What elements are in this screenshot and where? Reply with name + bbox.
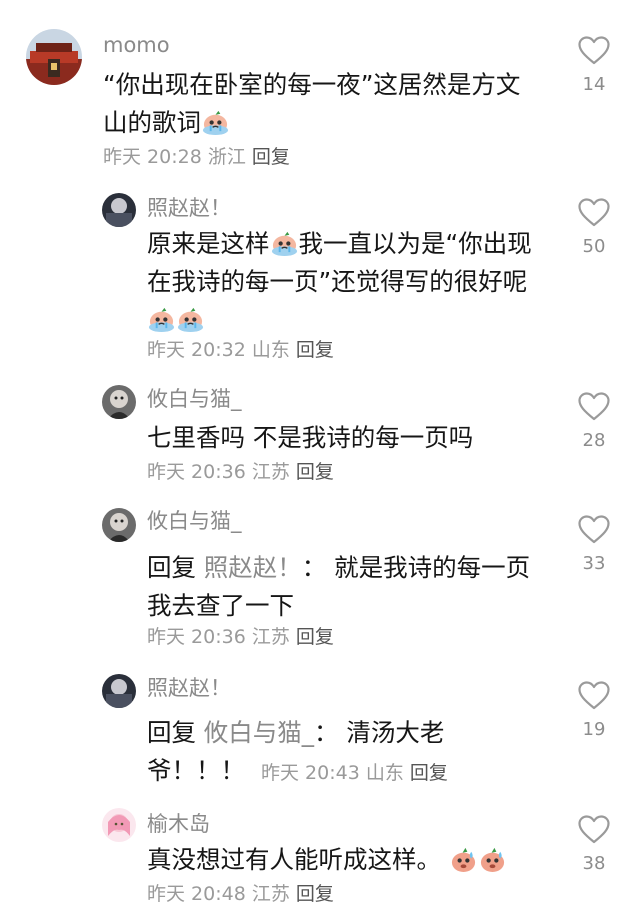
like-button[interactable]: 28 <box>575 392 613 451</box>
comment-location: 浙江 <box>207 146 246 168</box>
comment-meta: 昨天 20:36 江苏 回复 <box>147 625 334 649</box>
comment-location: 江苏 <box>251 883 290 905</box>
comment-text-content: 真没想过有人能听成这样。 <box>147 845 441 874</box>
like-button[interactable]: 33 <box>575 515 613 574</box>
reply-prefix: 回复 <box>147 553 196 582</box>
crying-emoji-icon <box>202 109 229 136</box>
crying-emoji-icon <box>177 306 204 333</box>
comment-text-content: “你出现在卧室的每一夜”这居然是方文山的歌词 <box>103 70 521 137</box>
mention-link[interactable]: 攸白与猫_ <box>204 718 314 747</box>
reply-button[interactable]: 回复 <box>410 762 448 784</box>
sweat-emoji-icon <box>450 846 477 873</box>
comment-time: 昨天 20:32 <box>147 339 246 361</box>
reply-button[interactable]: 回复 <box>252 146 290 168</box>
comment-text: 七里香吗 不是我诗的每一页吗 <box>147 419 543 457</box>
username[interactable]: 攸白与猫_ <box>147 387 242 411</box>
comment-location: 山东 <box>365 762 404 784</box>
comment-location: 江苏 <box>251 626 290 648</box>
reply-button[interactable]: 回复 <box>296 883 334 905</box>
avatar-image <box>26 29 82 85</box>
reply-prefix: 回复 <box>147 718 196 747</box>
comment-text-part-1: 原来是这样 <box>147 229 270 258</box>
reply-colon: ： <box>301 553 327 582</box>
like-count: 38 <box>582 853 606 874</box>
like-count: 14 <box>582 74 606 95</box>
avatar[interactable] <box>26 29 82 85</box>
comment-meta: 昨天 20:28 浙江 回复 <box>103 145 290 169</box>
crying-emoji-icon <box>271 230 298 257</box>
like-button[interactable]: 38 <box>575 815 613 874</box>
like-count: 28 <box>582 430 606 451</box>
comment-time: 昨天 20:36 <box>147 626 246 648</box>
like-button[interactable]: 14 <box>575 36 613 95</box>
comment-text: 原来是这样 我一直以为是“你出现在我诗的每一页”还觉得写的很好呢 <box>147 225 543 339</box>
avatar-image <box>102 674 136 708</box>
comment-time: 昨天 20:43 <box>261 762 360 784</box>
reply-colon: ： <box>314 718 339 747</box>
heart-icon <box>578 515 610 544</box>
like-count: 19 <box>582 719 606 740</box>
avatar[interactable] <box>102 808 136 842</box>
heart-icon <box>578 198 610 227</box>
username[interactable]: 榆木岛 <box>147 812 210 836</box>
avatar-image <box>102 808 136 842</box>
like-button[interactable]: 50 <box>575 198 613 257</box>
username[interactable]: 照赵赵！ <box>147 676 231 700</box>
avatar[interactable] <box>102 385 136 419</box>
username[interactable]: momo <box>103 33 170 57</box>
username[interactable]: 照赵赵！ <box>147 196 231 220</box>
heart-icon <box>578 36 610 65</box>
crying-emoji-icon <box>148 306 175 333</box>
avatar[interactable] <box>102 508 136 542</box>
like-button[interactable]: 19 <box>575 681 613 740</box>
comment-meta: 昨天 20:32 山东 回复 <box>147 338 334 362</box>
avatar-image <box>102 193 136 227</box>
avatar-image <box>102 385 136 419</box>
reply-button[interactable]: 回复 <box>296 339 334 361</box>
sweat-emoji-icon <box>479 846 506 873</box>
comment-meta: 昨天 20:43 山东 回复 <box>261 762 448 784</box>
comment-meta: 昨天 20:36 江苏 回复 <box>147 460 334 484</box>
comment-meta: 昨天 20:48 江苏 回复 <box>147 882 334 906</box>
comment-text: 回复 照赵赵！： 就是我诗的每一页 我去查了一下 <box>147 549 543 625</box>
comment-location: 山东 <box>251 339 290 361</box>
like-count: 50 <box>582 236 606 257</box>
comment-time: 昨天 20:28 <box>103 146 202 168</box>
avatar-image <box>102 508 136 542</box>
comment-location: 江苏 <box>251 461 290 483</box>
avatar[interactable] <box>102 193 136 227</box>
heart-icon <box>578 392 610 421</box>
mention-link[interactable]: 照赵赵！ <box>204 553 302 582</box>
username[interactable]: 攸白与猫_ <box>147 509 242 533</box>
reply-button[interactable]: 回复 <box>296 461 334 483</box>
heart-icon <box>578 815 610 844</box>
like-count: 33 <box>582 553 606 574</box>
avatar[interactable] <box>102 674 136 708</box>
comment-text: 真没想过有人能听成这样。 <box>147 841 543 879</box>
comment-text: 回复 攸白与猫_： 清汤大老爷！！！ 昨天 20:43 山东 回复 <box>147 714 489 792</box>
heart-icon <box>578 681 610 710</box>
comment-time: 昨天 20:48 <box>147 883 246 905</box>
reply-button[interactable]: 回复 <box>296 626 334 648</box>
comment-time: 昨天 20:36 <box>147 461 246 483</box>
comment-text: “你出现在卧室的每一夜”这居然是方文山的歌词 <box>103 66 543 142</box>
comment-text-content: 七里香吗 不是我诗的每一页吗 <box>147 423 474 452</box>
